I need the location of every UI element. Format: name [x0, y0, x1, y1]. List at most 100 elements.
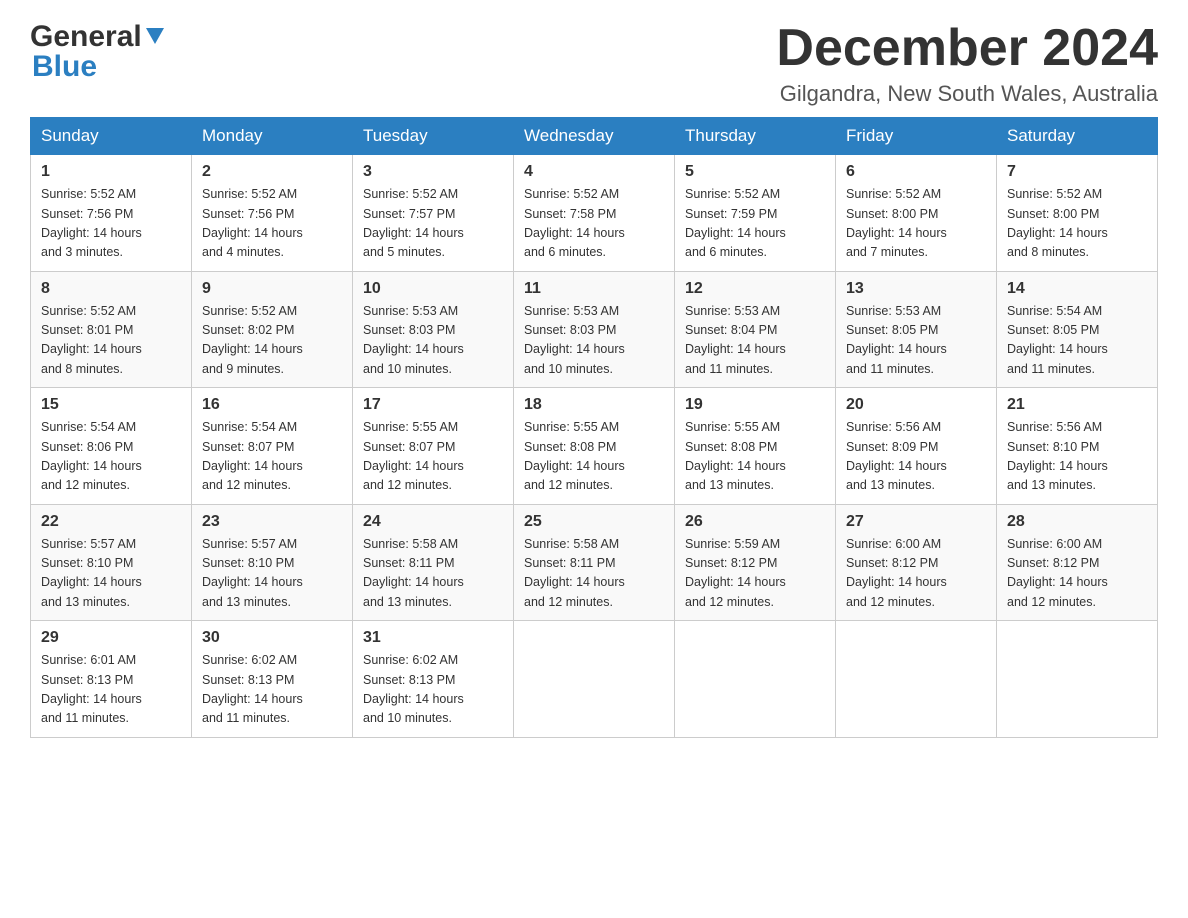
day-info: Sunrise: 5:53 AMSunset: 8:05 PMDaylight:…	[846, 304, 947, 376]
day-info: Sunrise: 5:55 AMSunset: 8:07 PMDaylight:…	[363, 420, 464, 492]
day-number: 25	[524, 513, 664, 531]
day-number: 21	[1007, 396, 1147, 414]
calendar-cell: 14 Sunrise: 5:54 AMSunset: 8:05 PMDaylig…	[997, 271, 1158, 388]
calendar-cell: 29 Sunrise: 6:01 AMSunset: 8:13 PMDaylig…	[31, 621, 192, 738]
day-info: Sunrise: 5:53 AMSunset: 8:03 PMDaylight:…	[363, 304, 464, 376]
col-header-friday: Friday	[836, 118, 997, 155]
day-info: Sunrise: 5:52 AMSunset: 8:02 PMDaylight:…	[202, 304, 303, 376]
calendar-week-row: 29 Sunrise: 6:01 AMSunset: 8:13 PMDaylig…	[31, 621, 1158, 738]
day-number: 9	[202, 280, 342, 298]
day-info: Sunrise: 5:52 AMSunset: 8:00 PMDaylight:…	[1007, 187, 1108, 259]
calendar-cell: 31 Sunrise: 6:02 AMSunset: 8:13 PMDaylig…	[353, 621, 514, 738]
calendar-cell: 28 Sunrise: 6:00 AMSunset: 8:12 PMDaylig…	[997, 504, 1158, 621]
day-info: Sunrise: 5:58 AMSunset: 8:11 PMDaylight:…	[363, 537, 464, 609]
calendar-week-row: 8 Sunrise: 5:52 AMSunset: 8:01 PMDayligh…	[31, 271, 1158, 388]
day-info: Sunrise: 6:00 AMSunset: 8:12 PMDaylight:…	[1007, 537, 1108, 609]
day-info: Sunrise: 5:52 AMSunset: 7:56 PMDaylight:…	[202, 187, 303, 259]
day-number: 20	[846, 396, 986, 414]
day-number: 19	[685, 396, 825, 414]
calendar-cell: 6 Sunrise: 5:52 AMSunset: 8:00 PMDayligh…	[836, 155, 997, 272]
day-number: 27	[846, 513, 986, 531]
calendar-cell: 25 Sunrise: 5:58 AMSunset: 8:11 PMDaylig…	[514, 504, 675, 621]
col-header-tuesday: Tuesday	[353, 118, 514, 155]
calendar-cell: 15 Sunrise: 5:54 AMSunset: 8:06 PMDaylig…	[31, 388, 192, 505]
day-number: 6	[846, 163, 986, 181]
day-info: Sunrise: 5:53 AMSunset: 8:03 PMDaylight:…	[524, 304, 625, 376]
calendar-week-row: 15 Sunrise: 5:54 AMSunset: 8:06 PMDaylig…	[31, 388, 1158, 505]
day-number: 29	[41, 629, 181, 647]
day-number: 8	[41, 280, 181, 298]
calendar-cell: 7 Sunrise: 5:52 AMSunset: 8:00 PMDayligh…	[997, 155, 1158, 272]
calendar-cell: 9 Sunrise: 5:52 AMSunset: 8:02 PMDayligh…	[192, 271, 353, 388]
day-info: Sunrise: 5:55 AMSunset: 8:08 PMDaylight:…	[524, 420, 625, 492]
logo-triangle-icon	[144, 24, 166, 46]
day-info: Sunrise: 5:52 AMSunset: 8:00 PMDaylight:…	[846, 187, 947, 259]
calendar-cell: 18 Sunrise: 5:55 AMSunset: 8:08 PMDaylig…	[514, 388, 675, 505]
day-number: 14	[1007, 280, 1147, 298]
page-header: General Blue December 2024 Gilgandra, Ne…	[30, 20, 1158, 107]
day-number: 11	[524, 280, 664, 298]
day-number: 26	[685, 513, 825, 531]
day-info: Sunrise: 5:54 AMSunset: 8:06 PMDaylight:…	[41, 420, 142, 492]
calendar-cell: 19 Sunrise: 5:55 AMSunset: 8:08 PMDaylig…	[675, 388, 836, 505]
calendar-header-row: SundayMondayTuesdayWednesdayThursdayFrid…	[31, 118, 1158, 155]
day-info: Sunrise: 5:52 AMSunset: 7:59 PMDaylight:…	[685, 187, 786, 259]
day-info: Sunrise: 5:56 AMSunset: 8:10 PMDaylight:…	[1007, 420, 1108, 492]
calendar-cell: 2 Sunrise: 5:52 AMSunset: 7:56 PMDayligh…	[192, 155, 353, 272]
location-subtitle: Gilgandra, New South Wales, Australia	[776, 81, 1158, 107]
day-number: 10	[363, 280, 503, 298]
day-number: 18	[524, 396, 664, 414]
calendar-cell: 4 Sunrise: 5:52 AMSunset: 7:58 PMDayligh…	[514, 155, 675, 272]
day-number: 22	[41, 513, 181, 531]
day-info: Sunrise: 5:52 AMSunset: 7:57 PMDaylight:…	[363, 187, 464, 259]
calendar-table: SundayMondayTuesdayWednesdayThursdayFrid…	[30, 117, 1158, 738]
logo-general-text: General	[30, 20, 142, 54]
calendar-cell: 12 Sunrise: 5:53 AMSunset: 8:04 PMDaylig…	[675, 271, 836, 388]
day-info: Sunrise: 5:54 AMSunset: 8:07 PMDaylight:…	[202, 420, 303, 492]
day-number: 5	[685, 163, 825, 181]
day-number: 16	[202, 396, 342, 414]
day-info: Sunrise: 6:02 AMSunset: 8:13 PMDaylight:…	[363, 653, 464, 725]
day-number: 30	[202, 629, 342, 647]
logo-blue-text: Blue	[32, 50, 97, 84]
calendar-cell: 1 Sunrise: 5:52 AMSunset: 7:56 PMDayligh…	[31, 155, 192, 272]
day-info: Sunrise: 5:56 AMSunset: 8:09 PMDaylight:…	[846, 420, 947, 492]
month-title: December 2024	[776, 20, 1158, 77]
day-number: 4	[524, 163, 664, 181]
day-number: 7	[1007, 163, 1147, 181]
calendar-cell	[514, 621, 675, 738]
day-info: Sunrise: 5:52 AMSunset: 7:56 PMDaylight:…	[41, 187, 142, 259]
calendar-cell: 16 Sunrise: 5:54 AMSunset: 8:07 PMDaylig…	[192, 388, 353, 505]
calendar-cell: 8 Sunrise: 5:52 AMSunset: 8:01 PMDayligh…	[31, 271, 192, 388]
day-info: Sunrise: 5:52 AMSunset: 8:01 PMDaylight:…	[41, 304, 142, 376]
day-info: Sunrise: 6:00 AMSunset: 8:12 PMDaylight:…	[846, 537, 947, 609]
day-number: 17	[363, 396, 503, 414]
col-header-thursday: Thursday	[675, 118, 836, 155]
calendar-cell: 5 Sunrise: 5:52 AMSunset: 7:59 PMDayligh…	[675, 155, 836, 272]
calendar-cell: 22 Sunrise: 5:57 AMSunset: 8:10 PMDaylig…	[31, 504, 192, 621]
day-info: Sunrise: 5:57 AMSunset: 8:10 PMDaylight:…	[202, 537, 303, 609]
calendar-cell: 17 Sunrise: 5:55 AMSunset: 8:07 PMDaylig…	[353, 388, 514, 505]
calendar-cell: 10 Sunrise: 5:53 AMSunset: 8:03 PMDaylig…	[353, 271, 514, 388]
day-number: 31	[363, 629, 503, 647]
calendar-cell: 3 Sunrise: 5:52 AMSunset: 7:57 PMDayligh…	[353, 155, 514, 272]
day-info: Sunrise: 5:52 AMSunset: 7:58 PMDaylight:…	[524, 187, 625, 259]
day-number: 24	[363, 513, 503, 531]
day-info: Sunrise: 5:53 AMSunset: 8:04 PMDaylight:…	[685, 304, 786, 376]
calendar-cell: 30 Sunrise: 6:02 AMSunset: 8:13 PMDaylig…	[192, 621, 353, 738]
col-header-sunday: Sunday	[31, 118, 192, 155]
day-info: Sunrise: 6:01 AMSunset: 8:13 PMDaylight:…	[41, 653, 142, 725]
col-header-saturday: Saturday	[997, 118, 1158, 155]
calendar-cell: 23 Sunrise: 5:57 AMSunset: 8:10 PMDaylig…	[192, 504, 353, 621]
day-number: 3	[363, 163, 503, 181]
col-header-wednesday: Wednesday	[514, 118, 675, 155]
calendar-cell	[836, 621, 997, 738]
day-number: 13	[846, 280, 986, 298]
day-info: Sunrise: 6:02 AMSunset: 8:13 PMDaylight:…	[202, 653, 303, 725]
title-area: December 2024 Gilgandra, New South Wales…	[776, 20, 1158, 107]
calendar-cell: 21 Sunrise: 5:56 AMSunset: 8:10 PMDaylig…	[997, 388, 1158, 505]
calendar-cell	[675, 621, 836, 738]
day-number: 12	[685, 280, 825, 298]
day-number: 28	[1007, 513, 1147, 531]
calendar-cell: 24 Sunrise: 5:58 AMSunset: 8:11 PMDaylig…	[353, 504, 514, 621]
